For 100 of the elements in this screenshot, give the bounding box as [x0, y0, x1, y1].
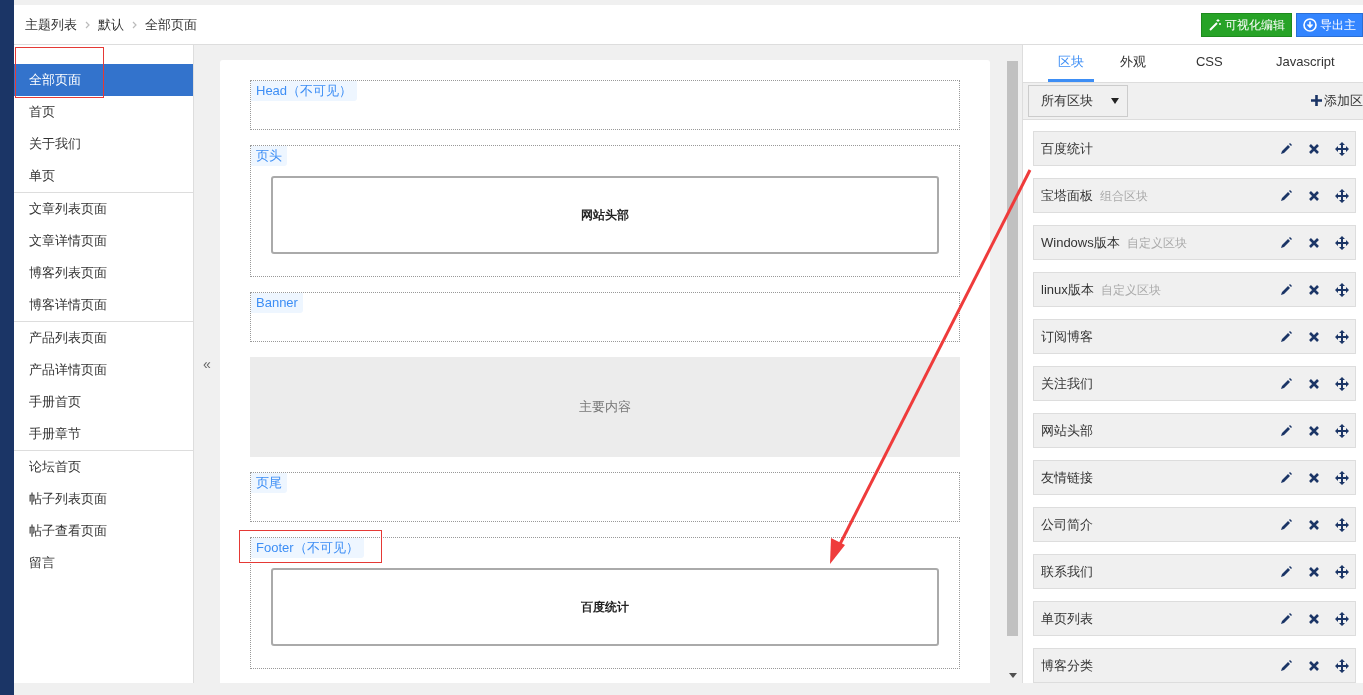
edit-icon[interactable] [1279, 423, 1293, 438]
block-type: 自定义区块 [1126, 234, 1187, 252]
move-icon[interactable] [1335, 282, 1349, 297]
close-icon[interactable] [1307, 329, 1321, 344]
move-icon[interactable] [1335, 470, 1349, 485]
close-icon[interactable] [1307, 658, 1321, 673]
close-icon[interactable] [1307, 564, 1321, 579]
block-list-item[interactable]: Windows版本 自定义区块 [1033, 225, 1356, 260]
panel-tab[interactable]: 外观 [1094, 45, 1171, 82]
sidebar-item[interactable]: 手册章节 [14, 418, 193, 450]
region-label: 页头 [251, 146, 287, 166]
sidebar-item[interactable]: 博客详情页面 [14, 289, 193, 321]
sidebar-item[interactable]: 首页 [14, 96, 193, 128]
block-list-item[interactable]: 单页列表 [1033, 601, 1356, 636]
block-name: 关注我们 [1041, 374, 1093, 393]
block-name: 联系我们 [1041, 562, 1093, 581]
sidebar-item[interactable]: 博客列表页面 [14, 257, 193, 289]
move-icon[interactable] [1335, 235, 1349, 250]
sidebar-item[interactable]: 文章列表页面 [14, 193, 193, 225]
chevron-icon [132, 20, 137, 29]
edit-icon[interactable] [1279, 376, 1293, 391]
move-icon[interactable] [1335, 658, 1349, 673]
move-icon[interactable] [1335, 376, 1349, 391]
block-list-item[interactable]: 联系我们 [1033, 554, 1356, 589]
export-theme-button[interactable]: 导出主 [1296, 12, 1363, 37]
block-name: 百度统计 [1041, 139, 1093, 158]
block-list-item[interactable]: 友情链接 [1033, 460, 1356, 495]
block-name: 博客分类 [1041, 656, 1093, 675]
close-icon[interactable] [1307, 282, 1321, 297]
move-icon[interactable] [1335, 141, 1349, 156]
close-icon[interactable] [1307, 141, 1321, 156]
block-list-item[interactable]: 关注我们 [1033, 366, 1356, 401]
close-icon[interactable] [1307, 470, 1321, 485]
block-name: Windows版本 [1041, 233, 1120, 252]
edit-icon[interactable] [1279, 141, 1293, 156]
block-name: 网站头部 [1041, 421, 1093, 440]
edit-icon[interactable] [1279, 517, 1293, 532]
add-block-button[interactable]: 添加区 [1311, 91, 1363, 111]
edit-icon[interactable] [1279, 470, 1293, 485]
edit-icon[interactable] [1279, 188, 1293, 203]
block-name: 公司简介 [1041, 515, 1093, 534]
block-name: 单页列表 [1041, 609, 1093, 628]
edit-icon[interactable] [1279, 235, 1293, 250]
region-label: Head（不可见） [251, 81, 358, 101]
edit-icon[interactable] [1279, 658, 1293, 673]
close-icon[interactable] [1307, 611, 1321, 626]
panel-tab[interactable]: CSS [1170, 45, 1248, 82]
region-label: Footer（不可见） [251, 538, 364, 558]
breadcrumb-link[interactable]: 全部页面 [145, 14, 197, 35]
block-card: 百度统计 [271, 568, 939, 646]
block-list-item[interactable]: 公司简介 [1033, 507, 1356, 542]
block-list-item[interactable]: 订阅博客 [1033, 319, 1356, 354]
collapse-toggle[interactable]: « [203, 357, 211, 371]
sidebar-item[interactable]: 帖子查看页面 [14, 515, 193, 547]
block-list-item[interactable]: linux版本 自定义区块 [1033, 272, 1356, 307]
move-icon[interactable] [1335, 329, 1349, 344]
edit-icon[interactable] [1279, 611, 1293, 626]
block-list-item[interactable]: 百度统计 [1033, 131, 1356, 166]
chevron-icon [85, 20, 90, 29]
block-name: linux版本 [1041, 280, 1094, 299]
move-icon[interactable] [1335, 188, 1349, 203]
plus-icon [1311, 95, 1322, 107]
close-icon[interactable] [1307, 235, 1321, 250]
edit-icon[interactable] [1279, 564, 1293, 579]
block-list-item[interactable]: 网站头部 [1033, 413, 1356, 448]
sidebar-item[interactable]: 手册首页 [14, 386, 193, 418]
move-icon[interactable] [1335, 423, 1349, 438]
block-list-item[interactable]: 宝塔面板 组合区块 [1033, 178, 1356, 213]
block-filter-dropdown[interactable]: 所有区块 [1028, 84, 1128, 117]
edit-icon[interactable] [1279, 329, 1293, 344]
sidebar-item[interactable]: 留言 [14, 547, 193, 579]
close-icon[interactable] [1307, 517, 1321, 532]
sidebar-item[interactable]: 帖子列表页面 [14, 483, 193, 515]
sidebar-item[interactable]: 论坛首页 [14, 451, 193, 483]
sidebar-item[interactable]: 产品列表页面 [14, 322, 193, 354]
scroll-down-arrow-icon[interactable] [1008, 673, 1017, 679]
sidebar-item[interactable]: 产品详情页面 [14, 354, 193, 386]
region-label: Banner [251, 293, 303, 313]
move-icon[interactable] [1335, 564, 1349, 579]
block-name: 订阅博客 [1041, 327, 1093, 346]
dropdown-caret-icon [1111, 97, 1119, 104]
wand-icon [1208, 17, 1222, 32]
main-content-area: 主要内容 [250, 357, 960, 457]
close-icon[interactable] [1307, 188, 1321, 203]
move-icon[interactable] [1335, 611, 1349, 626]
panel-tab[interactable]: Javascript [1247, 45, 1363, 82]
sidebar-item[interactable]: 单页 [14, 160, 193, 192]
download-icon [1303, 17, 1317, 32]
block-list-item[interactable]: 博客分类 [1033, 648, 1356, 683]
block-name: 友情链接 [1041, 468, 1093, 487]
sidebar-item[interactable]: 关于我们 [14, 128, 193, 160]
breadcrumb-link[interactable]: 默认 [98, 14, 124, 35]
edit-icon[interactable] [1279, 282, 1293, 297]
close-icon[interactable] [1307, 423, 1321, 438]
block-card: 网站头部 [271, 176, 939, 254]
sidebar-item[interactable]: 全部页面 [14, 64, 193, 96]
breadcrumb-link[interactable]: 主题列表 [25, 14, 77, 35]
sidebar-item[interactable]: 文章详情页面 [14, 225, 193, 257]
close-icon[interactable] [1307, 376, 1321, 391]
move-icon[interactable] [1335, 517, 1349, 532]
